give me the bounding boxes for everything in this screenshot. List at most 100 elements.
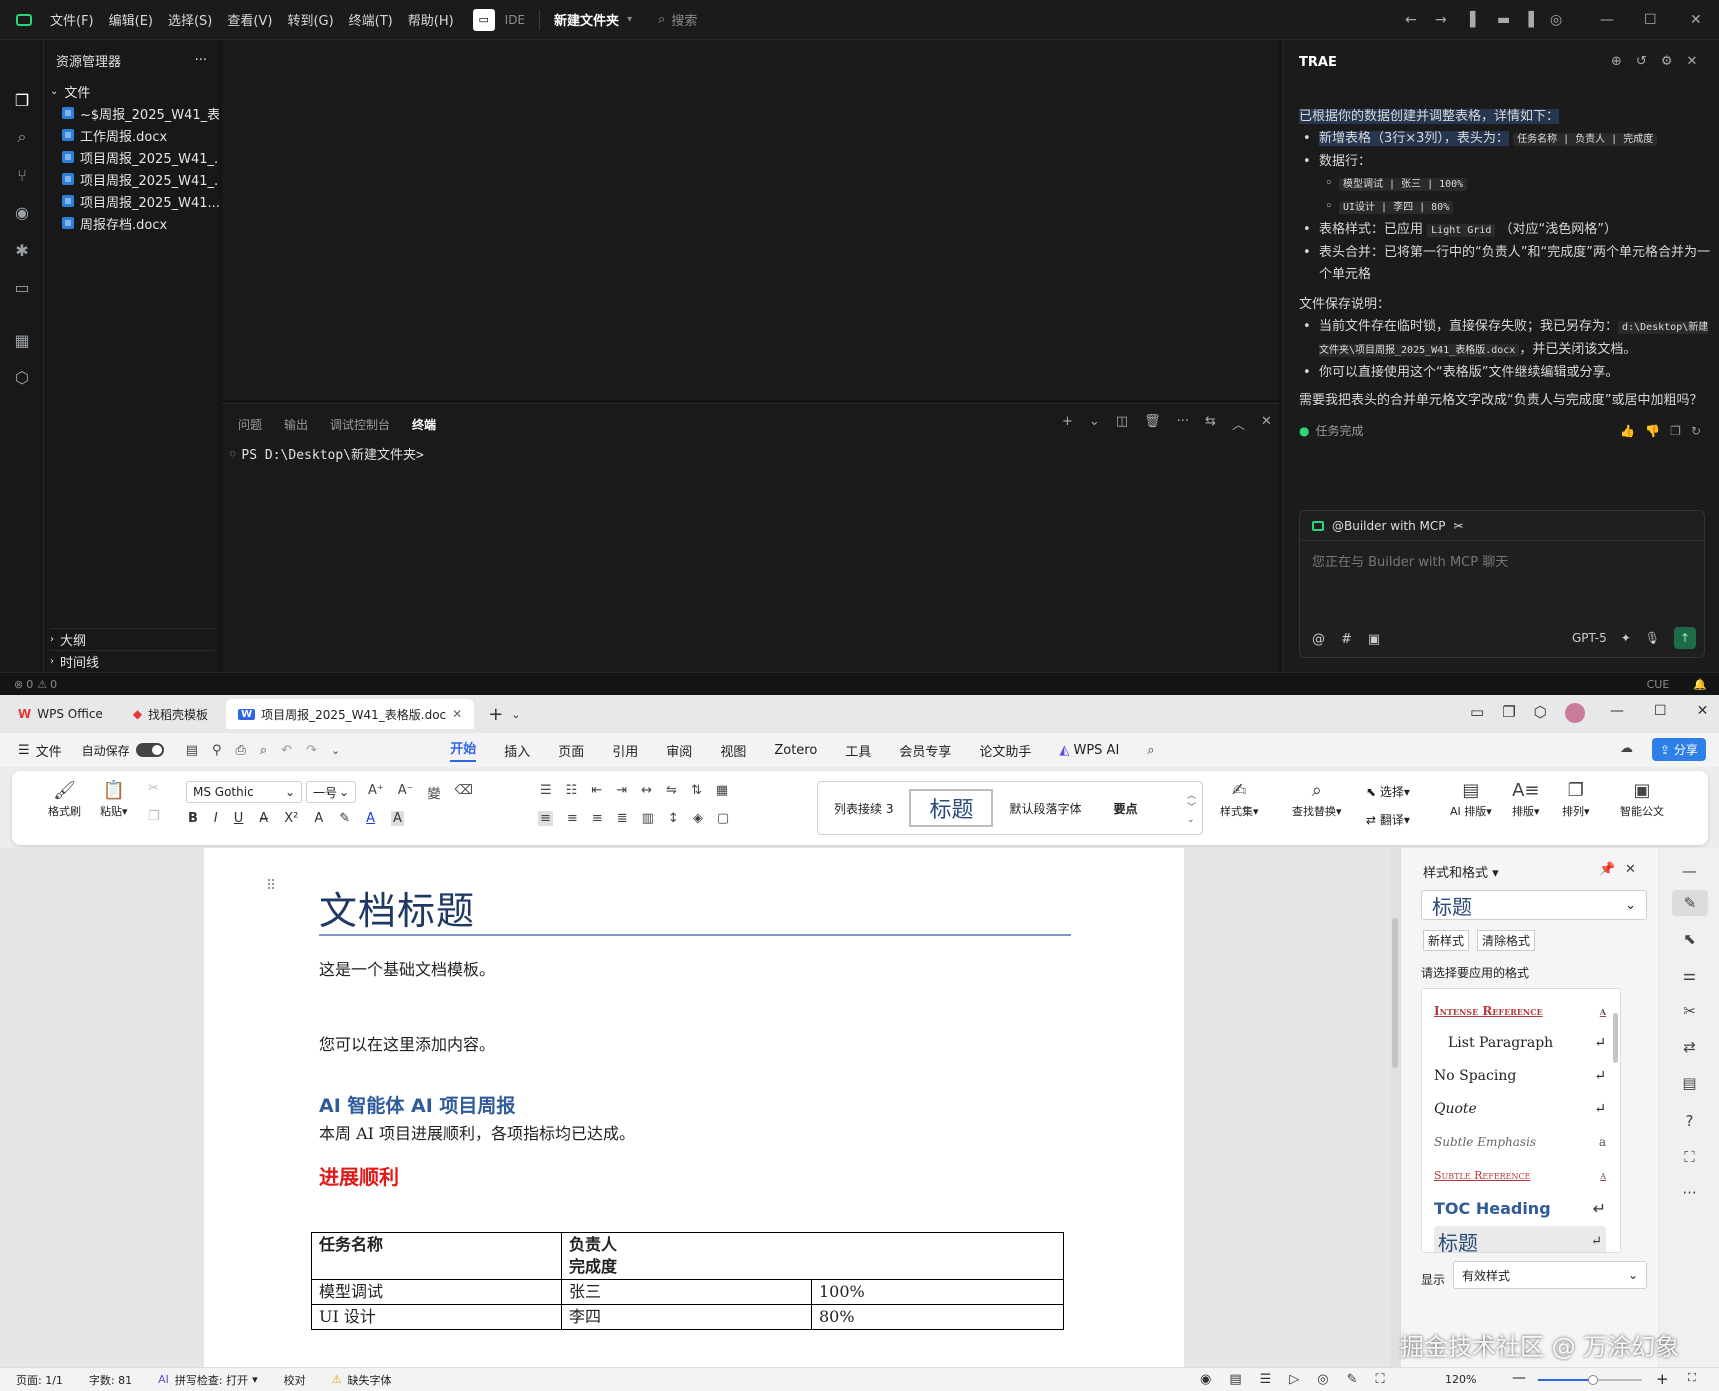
toggle-aux-icon[interactable]: ▐ — [1523, 0, 1534, 40]
font-size-select[interactable]: 一号 ⌄ — [306, 781, 356, 803]
error-count[interactable]: 0 — [26, 678, 33, 691]
extensions-icon[interactable]: ▦ — [0, 325, 44, 355]
align-right-icon[interactable]: ≡ — [592, 811, 603, 826]
vertical-scrollbar[interactable] — [1390, 848, 1400, 1367]
tree-file[interactable]: 项目周报_2025_W41.... — [44, 190, 219, 212]
ribbon-tab-view[interactable]: 视图 — [720, 741, 746, 760]
feedback-icons[interactable]: 👍👎❐↻ — [1620, 420, 1711, 442]
word-count[interactable]: 字数: 81 — [89, 1372, 132, 1388]
tab-wps-office[interactable]: W WPS Office — [6, 699, 115, 729]
chevron-down-icon[interactable]: ⌄ — [331, 744, 340, 757]
numbering-icon[interactable]: ☷ — [566, 783, 578, 798]
sort-icon[interactable]: ⇅ — [691, 783, 702, 798]
menu-edit[interactable]: 编辑(E) — [109, 10, 153, 29]
style-item[interactable]: Intense Reference a — [1434, 996, 1606, 1026]
hash-icon[interactable]: # — [1341, 632, 1352, 647]
preview-icon[interactable]: ⌕ — [260, 743, 267, 758]
new-terminal-icon[interactable]: + — [1062, 414, 1073, 433]
sparkle-icon[interactable]: ✦ — [1621, 631, 1631, 645]
style-item[interactable]: List Paragraph ↵ — [1434, 1028, 1606, 1058]
screen-icon[interactable]: ▭ — [1470, 703, 1484, 723]
more-icon[interactable]: ··· — [1177, 414, 1189, 433]
search-icon[interactable]: ⌕ — [0, 122, 44, 152]
tree-file[interactable]: 工作周报.docx — [44, 124, 219, 146]
paste-button[interactable]: 📋 粘贴▾ — [100, 779, 128, 819]
tools-icon[interactable]: ✂ — [1660, 1002, 1719, 1020]
shading-icon[interactable]: ◈ — [693, 811, 703, 826]
zoom-out-icon[interactable]: — — [1512, 1370, 1526, 1386]
new-tab-icon[interactable]: + — [488, 704, 503, 725]
editor-area[interactable] — [222, 40, 1279, 400]
outline-section[interactable]: › 大纲 — [50, 628, 215, 650]
gear-icon[interactable]: ⚙ — [1661, 54, 1673, 69]
justify-icon[interactable]: ≣ — [617, 811, 628, 826]
char-shading-icon[interactable]: A — [391, 811, 404, 826]
pen-icon[interactable]: ✎ — [1672, 890, 1708, 916]
line-spacing-icon[interactable]: ↕ — [668, 811, 679, 826]
ribbon-tab-zotero[interactable]: Zotero — [774, 743, 817, 758]
pin-icon[interactable]: 📌 — [1599, 862, 1615, 877]
format-painter-button[interactable]: 🖌 格式刷 — [48, 779, 81, 819]
tree-root[interactable]: ⌄ 文件 — [44, 80, 219, 102]
collapse-icon[interactable]: — — [1660, 862, 1719, 880]
close-icon[interactable]: ✕ — [1686, 54, 1697, 69]
find-replace-button[interactable]: ⌕ 查找替换▾ — [1292, 779, 1342, 819]
cursor-icon[interactable]: ⬉ — [1660, 930, 1719, 948]
ide-mode-label[interactable]: IDE — [505, 13, 525, 27]
save-icon[interactable]: ▤ — [186, 743, 198, 758]
ribbon-tab-insert[interactable]: 插入 — [504, 741, 530, 760]
table-cell[interactable]: 张三 — [561, 1279, 812, 1305]
font-shrink-icon[interactable]: A⁻ — [398, 783, 414, 802]
tab-document[interactable]: W 项目周报_2025_W41_表格版.doc ✕ — [226, 699, 475, 729]
font-name-select[interactable]: MS Gothic ⌄ — [186, 781, 302, 803]
close-icon[interactable]: ✕ — [1690, 0, 1702, 40]
menu-help[interactable]: 帮助(H) — [408, 10, 454, 29]
ribbon-tab-wps-ai[interactable]: ◭ WPS AI — [1059, 743, 1119, 758]
maximize-panel-icon[interactable]: ︿ — [1232, 414, 1245, 433]
zoom-in-icon[interactable]: + — [1656, 1370, 1669, 1388]
doc-paragraph[interactable]: 本周 AI 项目进展顺利，各项指标均已达成。 — [319, 1120, 635, 1144]
page-view-icon[interactable]: ▤ — [1229, 1372, 1241, 1387]
sliders-icon[interactable]: ⚌ — [1660, 966, 1719, 984]
style-item[interactable]: Subtle Emphasis a — [1434, 1127, 1606, 1157]
close-tab-icon[interactable]: ✕ — [452, 707, 462, 721]
doc-paragraph[interactable]: 这是一个基础文档模板。 — [319, 956, 495, 980]
toggle-panel-icon[interactable]: ▬ — [1497, 0, 1510, 40]
bell-icon[interactable]: 🔔 — [1693, 678, 1707, 691]
style-item[interactable]: No Spacing ↵ — [1434, 1061, 1606, 1091]
avatar[interactable] — [1564, 703, 1585, 723]
table-cell[interactable]: 80% — [811, 1304, 1064, 1330]
menu-terminal[interactable]: 终端(T) — [349, 10, 393, 29]
tree-file[interactable]: 周报存档.docx — [44, 212, 219, 234]
zoom-slider[interactable] — [1538, 1375, 1642, 1385]
tree-file[interactable]: 项目周报_2025_W41_... — [44, 146, 219, 168]
terminal[interactable]: ○ PS D:\Desktop\新建文件夹> — [222, 444, 1279, 463]
translate-icon[interactable]: ⇄ — [1660, 1038, 1719, 1056]
char-spacing-icon[interactable]: ↔ — [641, 783, 652, 798]
italic-icon[interactable]: I — [214, 811, 218, 826]
arrange-button[interactable]: ❐ 排列▾ — [1562, 779, 1590, 819]
nav-forward-icon[interactable]: → — [1435, 0, 1447, 40]
cut-icon[interactable]: ✂ — [148, 781, 159, 796]
text-effect-icon[interactable]: A — [314, 811, 323, 826]
style-list-scrollbar[interactable] — [1613, 1013, 1618, 1063]
doc-paragraph[interactable]: 您可以在这里添加内容。 — [319, 1031, 495, 1055]
style-set-button[interactable]: ✍ 样式集▾ — [1220, 779, 1259, 819]
tab-template[interactable]: ◆ 找稻壳模板 — [121, 699, 220, 729]
scan-icon[interactable]: ⛶ — [1660, 1148, 1719, 1166]
redo-icon[interactable]: ↷ — [306, 743, 317, 758]
style-item[interactable]: Quote ↵ — [1434, 1094, 1606, 1124]
ribbon-tab-page[interactable]: 页面 — [558, 741, 584, 760]
table-cell[interactable]: 100% — [811, 1279, 1064, 1305]
eye-icon[interactable]: ◉ — [0, 197, 44, 227]
strikethrough-icon[interactable]: A̶ — [259, 811, 268, 826]
project-name[interactable]: 新建文件夹 — [554, 10, 619, 29]
gallery-style-default-font[interactable]: 默认段落字体 — [993, 800, 1097, 817]
autosave-toggle[interactable] — [135, 743, 164, 757]
distribute-icon[interactable]: ▥ — [642, 811, 654, 826]
layout-icon[interactable]: ⇆ — [1205, 414, 1216, 433]
chevron-down-icon[interactable]: ⌄ — [1089, 414, 1100, 433]
missing-font[interactable]: 缺失字体 — [348, 1372, 392, 1388]
table-cell[interactable]: 李四 — [561, 1304, 812, 1330]
bullets-icon[interactable]: ☰ — [540, 783, 552, 798]
